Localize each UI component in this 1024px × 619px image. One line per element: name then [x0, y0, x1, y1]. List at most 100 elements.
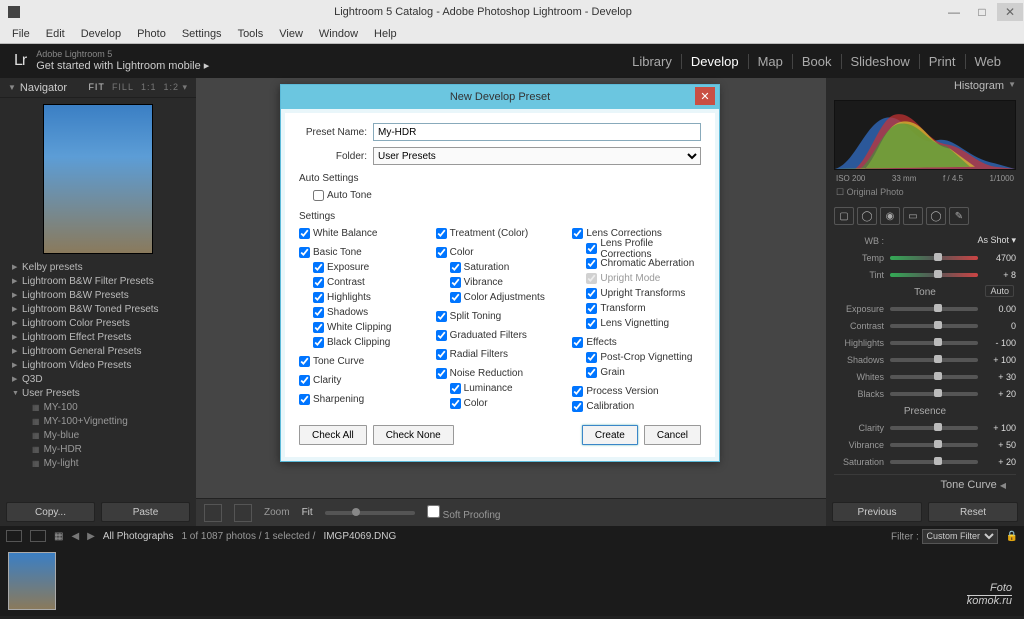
setting-checkbox[interactable]: Chromatic Aberration — [572, 256, 701, 271]
preset-folder[interactable]: Lightroom B&W Toned Presets — [0, 302, 196, 316]
close-button[interactable]: ✕ — [997, 3, 1023, 21]
preset-item[interactable]: My-blue — [0, 428, 196, 442]
setting-checkbox[interactable]: Graduated Filters — [436, 328, 565, 343]
menu-window[interactable]: Window — [311, 28, 366, 40]
module-web[interactable]: Web — [966, 54, 1011, 69]
module-print[interactable]: Print — [920, 54, 966, 69]
setting-checkbox[interactable]: Post-Crop Vignetting — [572, 350, 701, 365]
menu-help[interactable]: Help — [366, 28, 405, 40]
zoom-slider[interactable] — [325, 511, 415, 515]
module-develop[interactable]: Develop — [682, 54, 749, 69]
setting-checkbox[interactable]: Luminance — [436, 381, 565, 396]
maximize-button[interactable]: □ — [969, 3, 995, 21]
tone-curve-header[interactable]: Tone Curve — [941, 479, 997, 491]
preset-item[interactable]: MY-100+Vignetting — [0, 414, 196, 428]
setting-checkbox[interactable]: Noise Reduction — [436, 366, 565, 381]
crop-tool-icon[interactable]: ▢ — [834, 207, 854, 225]
spot-tool-icon[interactable]: ◯ — [857, 207, 877, 225]
preset-item[interactable]: My-light — [0, 456, 196, 470]
minimize-button[interactable]: — — [941, 3, 967, 21]
exposure-slider[interactable] — [890, 307, 978, 311]
setting-checkbox[interactable]: Lens Profile Corrections — [572, 241, 701, 256]
tint-slider[interactable] — [890, 273, 978, 277]
setting-checkbox[interactable]: Transform — [572, 301, 701, 316]
setting-checkbox[interactable]: Black Clipping — [299, 335, 428, 350]
setting-checkbox[interactable]: Treatment (Color) — [436, 226, 565, 241]
filmstrip-thumbnail[interactable] — [8, 552, 56, 610]
filter-lock-icon[interactable]: 🔒 — [1006, 531, 1018, 542]
setting-checkbox[interactable]: Color — [436, 396, 565, 411]
source-label[interactable]: All Photographs — [103, 531, 174, 542]
shadows-slider[interactable] — [890, 358, 978, 362]
vibrance-slider[interactable] — [890, 443, 978, 447]
menu-develop[interactable]: Develop — [73, 28, 129, 40]
create-button[interactable]: Create — [582, 425, 638, 445]
before-after-icon[interactable] — [234, 504, 252, 522]
filter-dropdown[interactable]: Custom Filter — [922, 529, 998, 544]
back-arrow-icon[interactable]: ◀ — [71, 531, 79, 542]
setting-checkbox[interactable]: Process Version — [572, 384, 701, 399]
navigator-thumbnail[interactable] — [43, 104, 153, 254]
module-slideshow[interactable]: Slideshow — [842, 54, 920, 69]
setting-checkbox[interactable]: Clarity — [299, 373, 428, 388]
contrast-slider[interactable] — [890, 324, 978, 328]
setting-checkbox[interactable]: Upright Transforms — [572, 286, 701, 301]
setting-checkbox[interactable]: Tone Curve — [299, 354, 428, 369]
auto-tone-button[interactable]: Auto — [985, 285, 1014, 297]
menu-tools[interactable]: Tools — [230, 28, 272, 40]
setting-checkbox[interactable]: Exposure — [299, 260, 428, 275]
folder-select[interactable]: User Presets — [373, 147, 701, 165]
module-book[interactable]: Book — [793, 54, 842, 69]
paste-button[interactable]: Paste — [101, 502, 190, 522]
menu-edit[interactable]: Edit — [38, 28, 73, 40]
setting-checkbox[interactable]: Color Adjustments — [436, 290, 565, 305]
preset-name-input[interactable] — [373, 123, 701, 141]
gradient-tool-icon[interactable]: ▭ — [903, 207, 923, 225]
setting-checkbox[interactable]: White Balance — [299, 226, 428, 241]
setting-checkbox[interactable]: Grain — [572, 365, 701, 380]
blacks-slider[interactable] — [890, 392, 978, 396]
navigator-header[interactable]: ▼ Navigator FIT FILL 1:1 1:2 ▾ — [0, 78, 196, 98]
preset-folder[interactable]: Lightroom General Presets — [0, 344, 196, 358]
fwd-arrow-icon[interactable]: ▶ — [87, 531, 95, 542]
menu-file[interactable]: File — [4, 28, 38, 40]
setting-checkbox[interactable]: Contrast — [299, 275, 428, 290]
menu-settings[interactable]: Settings — [174, 28, 230, 40]
highlights-slider[interactable] — [890, 341, 978, 345]
preset-folder[interactable]: Lightroom B&W Presets — [0, 288, 196, 302]
brand-tagline[interactable]: Get started with Lightroom mobile ▸ — [36, 59, 209, 72]
setting-checkbox[interactable]: Basic Tone — [299, 245, 428, 260]
setting-checkbox[interactable]: Split Toning — [436, 309, 565, 324]
check-all-button[interactable]: Check All — [299, 425, 367, 445]
main-window-icon[interactable] — [6, 530, 22, 542]
module-map[interactable]: Map — [749, 54, 793, 69]
preset-folder[interactable]: Lightroom Effect Presets — [0, 330, 196, 344]
module-library[interactable]: Library — [623, 54, 682, 69]
previous-button[interactable]: Previous — [832, 502, 922, 522]
copy-button[interactable]: Copy... — [6, 502, 95, 522]
setting-checkbox[interactable]: Highlights — [299, 290, 428, 305]
setting-checkbox[interactable]: Color — [436, 245, 565, 260]
preset-item[interactable]: My-HDR — [0, 442, 196, 456]
saturation-slider[interactable] — [890, 460, 978, 464]
setting-checkbox[interactable]: Radial Filters — [436, 347, 565, 362]
radial-tool-icon[interactable]: ◯ — [926, 207, 946, 225]
preset-folder[interactable]: User Presets — [0, 386, 196, 400]
setting-checkbox[interactable]: Sharpening — [299, 392, 428, 407]
setting-checkbox[interactable]: White Clipping — [299, 320, 428, 335]
original-photo-toggle[interactable]: Original Photo — [826, 185, 1024, 202]
preset-folder[interactable]: Q3D — [0, 372, 196, 386]
check-none-button[interactable]: Check None — [373, 425, 454, 445]
setting-checkbox[interactable]: Vibrance — [436, 275, 565, 290]
wb-dropdown[interactable]: As Shot ▾ — [956, 235, 1016, 246]
dialog-close-icon[interactable]: ✕ — [695, 87, 715, 105]
preset-folder[interactable]: Kelby presets — [0, 260, 196, 274]
preset-folder[interactable]: Lightroom B&W Filter Presets — [0, 274, 196, 288]
loupe-view-icon[interactable] — [204, 504, 222, 522]
setting-checkbox[interactable]: Calibration — [572, 399, 701, 414]
setting-checkbox[interactable]: Lens Vignetting — [572, 316, 701, 331]
whites-slider[interactable] — [890, 375, 978, 379]
navigator-zoom-opts[interactable]: FIT FILL 1:1 1:2 ▾ — [88, 82, 188, 93]
setting-checkbox[interactable]: Saturation — [436, 260, 565, 275]
second-window-icon[interactable] — [30, 530, 46, 542]
